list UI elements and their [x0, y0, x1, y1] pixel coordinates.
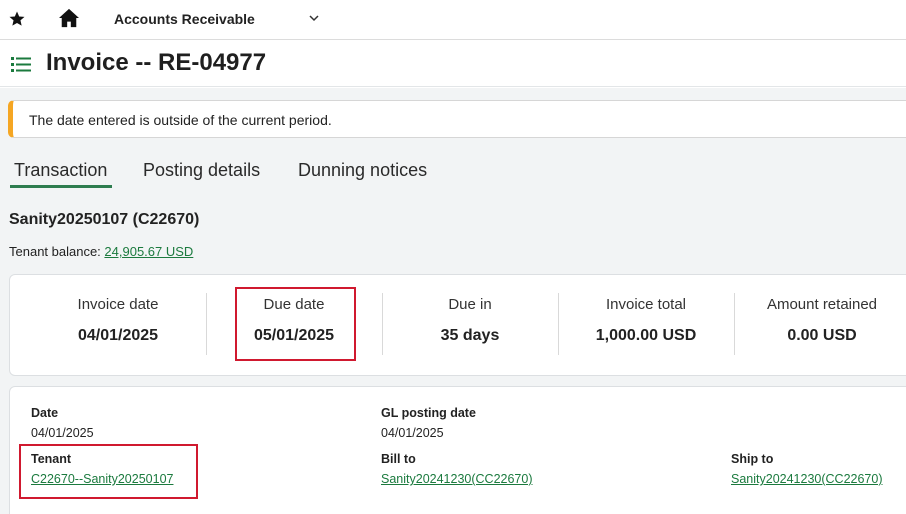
star-icon[interactable] [8, 10, 26, 28]
tenant-highlight [19, 444, 198, 499]
tab-transaction[interactable]: Transaction [10, 160, 113, 188]
chevron-down-icon[interactable] [309, 13, 319, 23]
invoice-total-stat: Invoice total 1,000.00 USD [558, 275, 734, 375]
amount-retained-label: Amount retained [766, 296, 878, 313]
tab-dunning-notices[interactable]: Dunning notices [298, 160, 427, 181]
due-in-value: 35 days [440, 327, 500, 344]
top-bar: Accounts Receivable [0, 0, 906, 40]
app-title[interactable]: Accounts Receivable [114, 11, 255, 27]
amount-retained-stat: Amount retained 0.00 USD [734, 275, 906, 375]
invoice-date-stat: Invoice date 04/01/2025 [30, 275, 206, 375]
list-icon[interactable] [11, 56, 31, 72]
gl-posting-date-value: 04/01/2025 [381, 426, 444, 440]
alert-message: The date entered is outside of the curre… [29, 112, 332, 128]
page-header: Invoice -- RE-04977 [0, 41, 906, 87]
invoice-total-value: 1,000.00 USD [595, 327, 697, 344]
gl-posting-date-label: GL posting date [381, 406, 476, 420]
invoice-summary-card: Invoice date 04/01/2025 Due date 05/01/2… [9, 274, 906, 376]
balance-link[interactable]: 24,905.67 USD [104, 244, 193, 259]
amount-retained-value: 0.00 USD [787, 327, 857, 344]
page-title: Invoice -- RE-04977 [46, 49, 267, 76]
bill-to-label: Bill to [381, 452, 416, 466]
ship-to-link[interactable]: Sanity20241230(CC22670) [731, 472, 883, 486]
invoice-date-label: Invoice date [77, 296, 159, 313]
due-date-highlight [235, 287, 356, 361]
ship-to-label: Ship to [731, 452, 774, 466]
balance-label: Tenant balance: [9, 244, 101, 259]
tab-bar: Transaction Posting details Dunning noti… [0, 156, 906, 188]
tab-posting-details[interactable]: Posting details [143, 160, 260, 181]
due-in-label: Due in [448, 296, 492, 313]
home-icon[interactable] [58, 8, 80, 28]
tenant-balance: Tenant balance: 24,905.67 USD [9, 244, 193, 259]
invoice-date-value: 04/01/2025 [77, 327, 159, 344]
bill-to-link[interactable]: Sanity20241230(CC22670) [381, 472, 533, 486]
date-label: Date [31, 406, 59, 420]
due-in-stat: Due in 35 days [382, 275, 558, 375]
invoice-total-label: Invoice total [605, 296, 687, 313]
date-value: 04/01/2025 [31, 426, 94, 440]
customer-name: Sanity20250107 (C22670) [9, 211, 200, 228]
warning-alert: The date entered is outside of the curre… [8, 100, 906, 138]
